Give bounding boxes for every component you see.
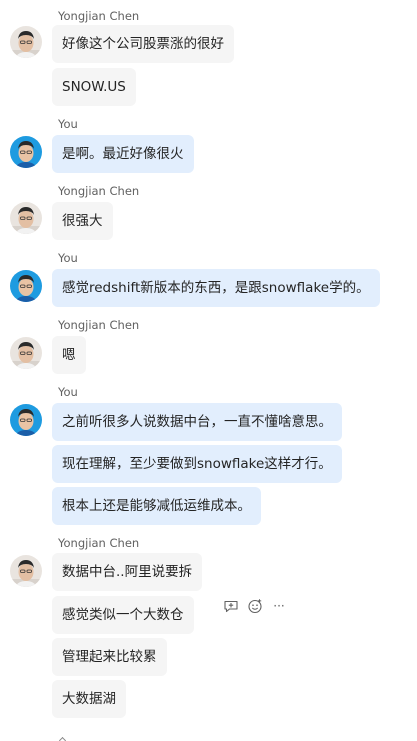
male-avatar-light (10, 337, 42, 369)
user-avatar[interactable] (10, 337, 42, 369)
user-avatar[interactable] (10, 202, 42, 234)
male-avatar-blue (10, 136, 42, 168)
user-avatar[interactable] (10, 270, 42, 302)
sender-name: You (58, 117, 78, 131)
male-avatar-blue (10, 270, 42, 302)
more-options-icon[interactable]: ··· (270, 597, 288, 615)
message-bubble[interactable]: 感觉类似一个大数仓 (52, 596, 194, 634)
reply-icon[interactable] (222, 597, 240, 615)
sender-name: You (58, 385, 78, 399)
male-avatar-light (10, 202, 42, 234)
male-avatar-light (10, 555, 42, 587)
user-avatar[interactable] (10, 26, 42, 58)
more-options-label: ··· (273, 599, 285, 613)
message-hover-actions: ··· (222, 597, 288, 615)
message-bubble[interactable]: 是啊。最近好像很火 (52, 135, 194, 173)
user-avatar[interactable] (10, 136, 42, 168)
sender-name: Yongjian Chen (58, 9, 140, 23)
chat-thread: Yongjian Chen 好像这个公司股票涨的很好 SNOW.US You 是… (0, 0, 417, 741)
sender-name: Yongjian Chen (58, 318, 140, 332)
message-bubble[interactable]: 现在理解，至少要做到snowflake这样才行。 (52, 445, 342, 483)
message-bubble[interactable]: 嗯 (52, 336, 86, 374)
message-bubble[interactable]: 很强大 (52, 202, 113, 240)
message-bubble[interactable]: 根本上还是能够减低运维成本。 (52, 487, 261, 525)
message-bubble[interactable]: 管理起来比较累 (52, 638, 167, 676)
user-avatar[interactable] (10, 404, 42, 436)
message-bubble[interactable]: 之前听很多人说数据中台，一直不懂啥意思。 (52, 403, 342, 441)
male-avatar-blue (10, 404, 42, 436)
message-bubble[interactable]: 大数据湖 (52, 680, 126, 718)
emoji-icon[interactable] (246, 597, 264, 615)
message-bubble[interactable]: SNOW.US (52, 68, 136, 106)
sender-name: Yongjian Chen (58, 536, 140, 550)
male-avatar-light (10, 26, 42, 58)
next-sender-peek (58, 735, 70, 741)
sender-name: Yongjian Chen (58, 184, 140, 198)
user-avatar[interactable] (10, 555, 42, 587)
message-bubble[interactable]: 好像这个公司股票涨的很好 (52, 25, 234, 63)
sender-name: You (58, 251, 78, 265)
message-bubble[interactable]: 数据中台..阿里说要拆 (52, 553, 203, 591)
message-bubble[interactable]: 感觉redshift新版本的东西，是跟snowflake学的。 (52, 269, 380, 307)
